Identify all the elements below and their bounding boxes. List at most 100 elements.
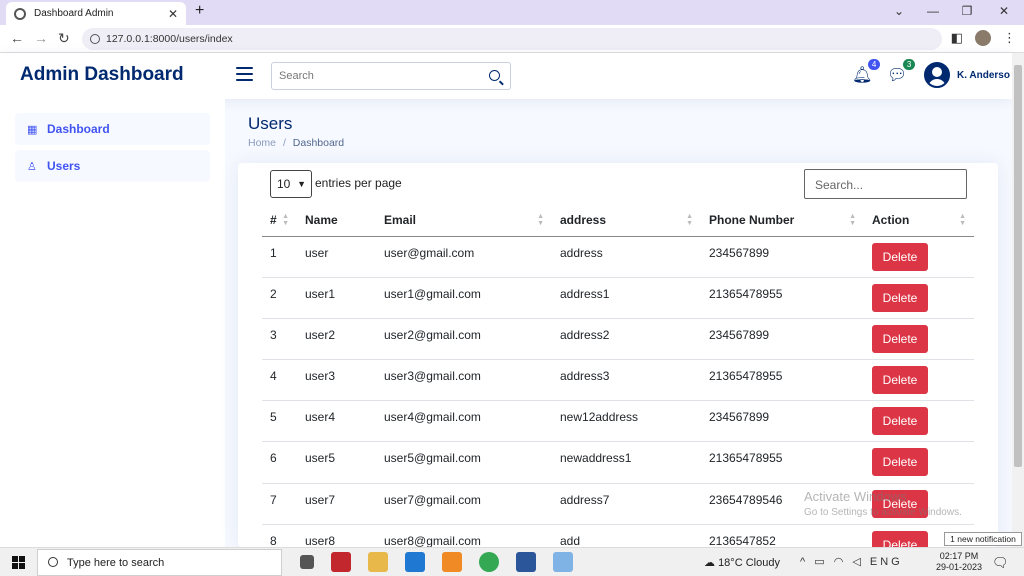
chevron-down-icon[interactable]: ⌄ (882, 0, 916, 25)
notification-tooltip: 1 new notification (944, 532, 1022, 546)
close-tab-icon[interactable]: ✕ (168, 7, 178, 21)
cell-address: newaddress1 (552, 441, 701, 484)
taskbar-search-placeholder: Type here to search (67, 557, 165, 569)
table-row: 2 user1 user1@gmail.com address1 2136547… (262, 277, 974, 319)
cell-name: user2 (297, 318, 376, 361)
cell-action: Delete (864, 236, 974, 278)
column-header-action[interactable]: Action ▲ ▼ (864, 205, 974, 237)
delete-button[interactable]: Delete (872, 324, 928, 353)
battery-icon[interactable]: ▭ (814, 556, 827, 568)
browser-tab-bar: Dashboard Admin ✕ + ⌄ — ❐ ✕ (0, 0, 1024, 25)
clock-date: 29-01-2023 (936, 562, 983, 572)
tray-chevron-icon[interactable]: ^ (800, 556, 808, 568)
minimize-button[interactable]: — (916, 0, 950, 25)
sidebar-item-dashboard[interactable]: ▦ Dashboard (15, 113, 210, 145)
column-header-number[interactable]: # ▲ ▼ (262, 205, 297, 237)
chrome-icon[interactable] (479, 552, 499, 572)
reload-button[interactable]: ↻ (58, 30, 70, 47)
cell-address: address (552, 236, 701, 278)
paint-icon[interactable] (553, 552, 573, 572)
back-button[interactable]: ← (10, 30, 24, 46)
delete-button[interactable]: Delete (872, 242, 928, 271)
sidebar: ▦ Dashboard ♙ Users (0, 99, 225, 547)
cell-email: user4@gmail.com (376, 400, 552, 443)
cell-name: user3 (297, 359, 376, 402)
table-search-input[interactable]: Search... (804, 169, 967, 199)
chat-icon[interactable]: 💬︎ 3 (887, 59, 916, 85)
page-scrollbar[interactable] (1012, 53, 1024, 547)
cell-number: 7 (262, 483, 297, 525)
delete-button[interactable]: Delete (872, 407, 928, 436)
cell-action: Delete (864, 359, 974, 402)
address-bar: ← → ↻ 127.0.0.1:8000/users/index ◧ ⋮ (0, 25, 1024, 53)
task-view-icon[interactable] (300, 555, 314, 569)
breadcrumb-home[interactable]: Home (248, 137, 276, 149)
weather-text: 18°C Cloudy (718, 557, 780, 569)
xampp-icon[interactable] (442, 552, 462, 572)
breadcrumb-current: Dashboard (292, 137, 345, 149)
entries-select[interactable]: 10 ▼ (270, 170, 312, 198)
word-icon[interactable] (516, 552, 536, 572)
site-info-icon[interactable] (90, 34, 100, 44)
cell-address: address2 (552, 318, 701, 361)
activation-watermark: Activate Windows (804, 489, 907, 504)
profile-avatar[interactable] (975, 30, 991, 46)
new-tab-button[interactable]: + (195, 2, 204, 20)
notification-center-icon[interactable]: 🗨︎ (992, 555, 1009, 571)
wifi-icon[interactable]: ◠ (834, 556, 847, 568)
column-header-phone[interactable]: Phone Number ▲ ▼ (701, 205, 864, 237)
table-row: 6 user5 user5@gmail.com newaddress1 2136… (262, 441, 974, 484)
taskbar-search-input[interactable]: Type here to search (37, 549, 282, 576)
cell-email: user5@gmail.com (376, 441, 552, 484)
browser-tab[interactable]: Dashboard Admin ✕ (6, 2, 186, 25)
vscode-icon[interactable] (405, 552, 425, 572)
cell-address: address3 (552, 359, 701, 402)
restore-button[interactable]: ❐ (950, 0, 984, 25)
filezilla-icon[interactable] (331, 552, 351, 572)
grid-icon: ▦ (27, 123, 38, 136)
volume-icon[interactable]: ◁ (852, 556, 863, 568)
menu-dots-icon[interactable]: ⋮ (1003, 30, 1016, 46)
column-header-email[interactable]: Email ▲ ▼ (376, 205, 552, 237)
cell-name: user5 (297, 441, 376, 484)
delete-button[interactable]: Delete (872, 366, 928, 395)
scrollbar-thumb[interactable] (1014, 65, 1022, 467)
close-window-button[interactable]: ✕ (984, 0, 1024, 25)
avatar[interactable] (924, 62, 950, 88)
header-search-input[interactable]: Search (271, 62, 511, 90)
cell-address: address7 (552, 483, 701, 525)
toggle-sidebar-icon[interactable] (236, 67, 253, 81)
taskbar: Type here to search ☁ 18°C Cloudy ^ ▭ ◠ … (0, 547, 1024, 576)
forward-button[interactable]: → (34, 30, 48, 46)
cell-phone: 234567899 (701, 318, 864, 361)
column-header-address[interactable]: address ▲ ▼ (552, 205, 701, 237)
user-name[interactable]: K. Anderso (957, 70, 1010, 81)
column-header-name[interactable]: Name (297, 205, 376, 237)
sidebar-item-label: Users (47, 159, 81, 173)
delete-button[interactable]: Delete (872, 448, 928, 477)
delete-button[interactable]: Delete (872, 530, 928, 547)
search-icon[interactable] (489, 70, 500, 81)
language-indicator[interactable]: ENG (870, 556, 903, 568)
cell-name: user (297, 236, 376, 278)
cell-name: user8 (297, 524, 376, 547)
sidebar-item-users[interactable]: ♙ Users (15, 150, 210, 182)
cell-action: Delete (864, 400, 974, 443)
sort-icon: ▲ ▼ (537, 213, 544, 227)
url-text: 127.0.0.1:8000/users/index (106, 33, 233, 45)
bell-icon[interactable]: 🔔︎ 4 (852, 59, 881, 85)
file-explorer-icon[interactable] (368, 552, 388, 572)
brand-logo[interactable]: Admin Dashboard (20, 64, 184, 86)
weather-widget[interactable]: ☁ 18°C Cloudy (704, 556, 780, 569)
cell-address: new12address (552, 400, 701, 443)
url-field[interactable]: 127.0.0.1:8000/users/index (82, 28, 942, 50)
messages-badge: 3 (902, 59, 916, 70)
cell-phone: 21365478955 (701, 359, 864, 402)
side-panel-icon[interactable]: ◧ (951, 30, 963, 46)
taskbar-clock[interactable]: 02:17 PM 29-01-2023 (936, 551, 982, 573)
cell-phone: 234567899 (701, 400, 864, 443)
windows-start-icon[interactable] (12, 556, 25, 569)
breadcrumb: Home / Dashboard (248, 137, 344, 149)
delete-button[interactable]: Delete (872, 283, 928, 312)
cell-email: user3@gmail.com (376, 359, 552, 402)
